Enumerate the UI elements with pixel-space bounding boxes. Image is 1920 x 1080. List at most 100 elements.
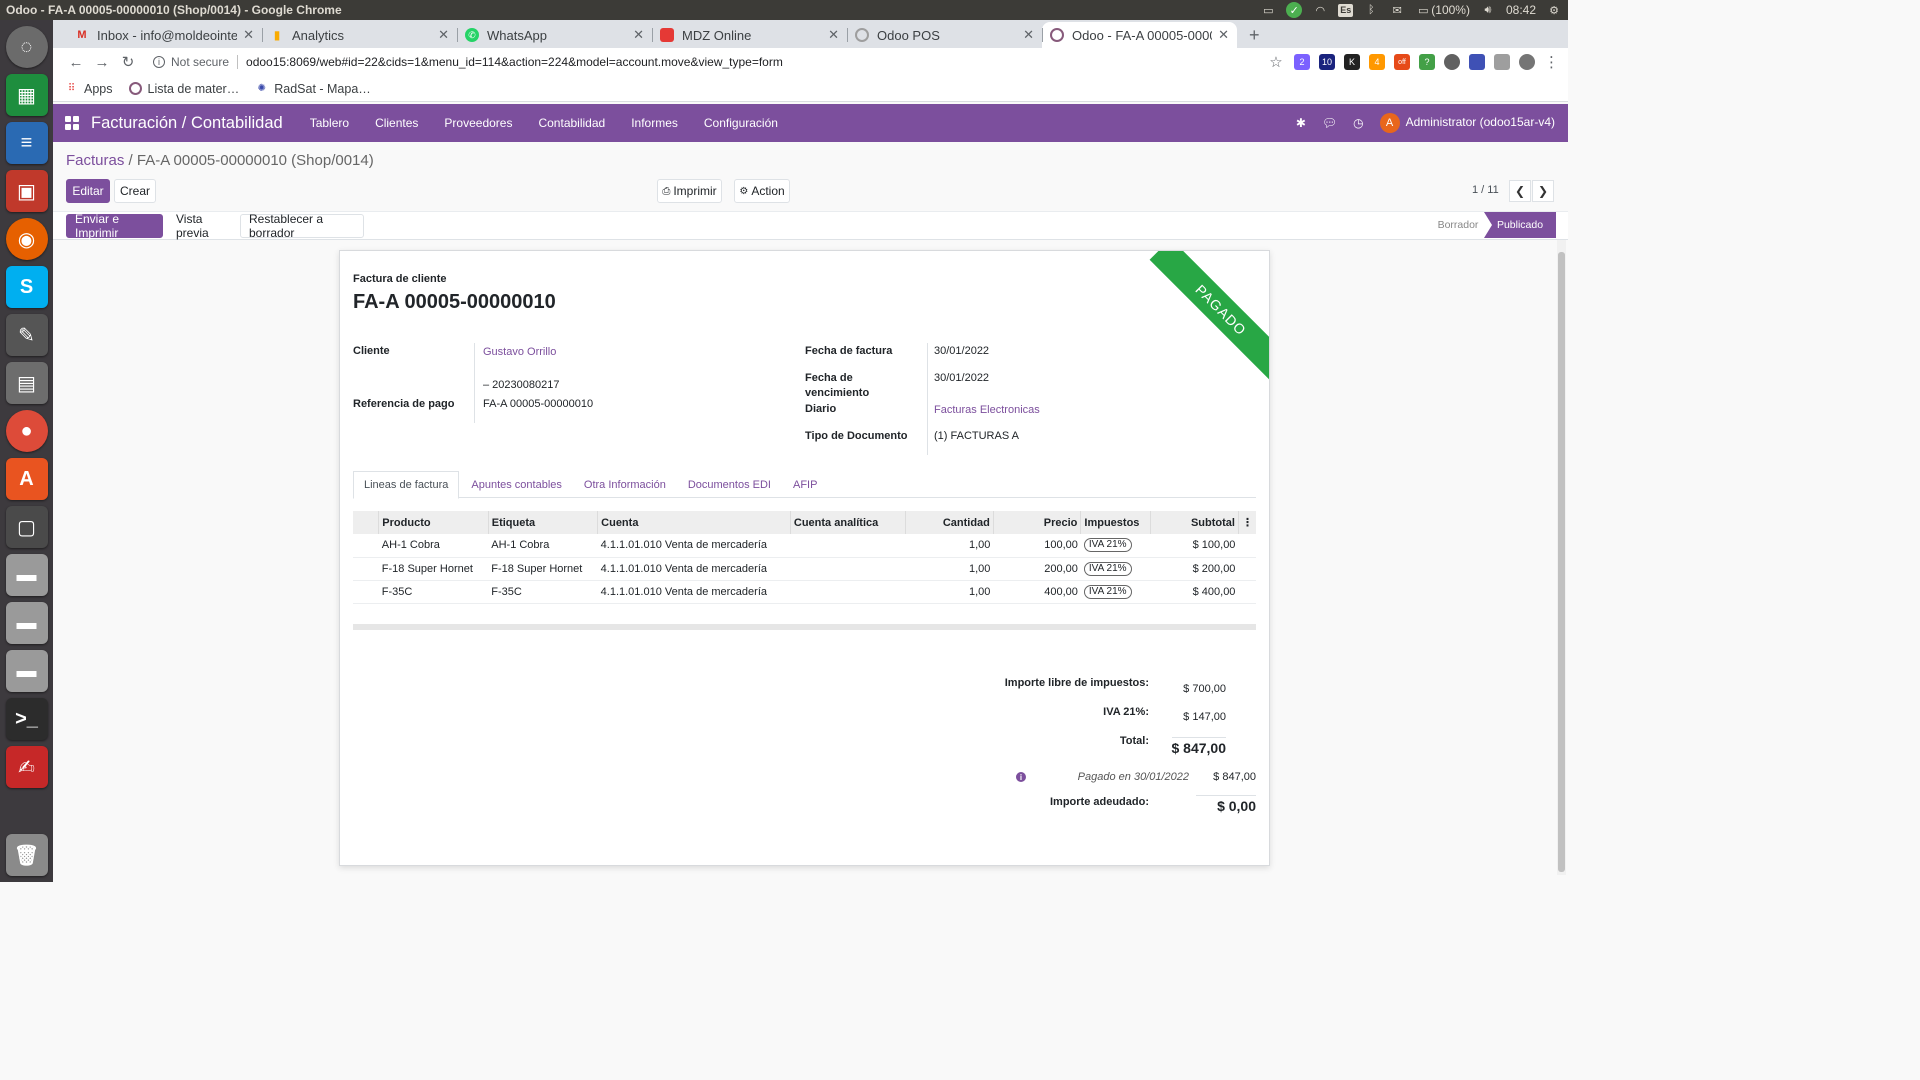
scrollbar-thumb[interactable] bbox=[1558, 252, 1565, 872]
browser-tab[interactable]: MDZ Online ✕ bbox=[652, 22, 847, 48]
mail-icon[interactable]: ✉ bbox=[1389, 4, 1405, 17]
breadcrumb-facturas[interactable]: Facturas bbox=[66, 152, 124, 169]
wifi-icon[interactable]: ◠ bbox=[1312, 4, 1328, 17]
tax-badge[interactable]: IVA 21% bbox=[1083, 561, 1132, 576]
cell-quantity[interactable]: 1,00 bbox=[905, 534, 994, 558]
table-row[interactable]: AH-1 Cobra AH-1 Cobra 4.1.1.01.010 Venta… bbox=[353, 534, 1256, 558]
cell-quantity[interactable]: 1,00 bbox=[905, 580, 994, 604]
chevron-right-icon[interactable]: ❯ bbox=[1532, 180, 1554, 202]
extension-icon[interactable]: K bbox=[1344, 54, 1360, 70]
column-options-icon[interactable]: ⋮ bbox=[1238, 511, 1256, 534]
close-icon[interactable]: ✕ bbox=[828, 27, 839, 43]
chrome-icon[interactable]: ● bbox=[5, 410, 48, 452]
volume-icon[interactable]: 🔊︎ bbox=[1480, 4, 1496, 16]
table-horizontal-scrollbar[interactable] bbox=[353, 624, 1256, 630]
tab-journal-items[interactable]: Apuntes contables bbox=[461, 471, 572, 498]
cell-analytic[interactable] bbox=[790, 580, 906, 604]
customer-link[interactable]: Gustavo Orrillo bbox=[483, 345, 556, 360]
cell-account[interactable]: 4.1.1.01.010 Venta de mercadería bbox=[597, 580, 791, 604]
close-icon[interactable]: ✕ bbox=[633, 27, 644, 43]
column-header[interactable]: Cantidad bbox=[905, 511, 994, 534]
disk-drive-icon[interactable]: ▬ bbox=[5, 650, 48, 692]
ubuntu-dash-icon[interactable]: ◌ bbox=[5, 26, 48, 68]
cell-account[interactable]: 4.1.1.01.010 Venta de mercadería bbox=[597, 557, 791, 581]
reset-draft-button[interactable]: Restablecer a borrador bbox=[240, 212, 364, 240]
forward-arrow-icon[interactable]: → bbox=[89, 54, 115, 71]
browser-tab[interactable]: Odoo POS ✕ bbox=[847, 22, 1042, 48]
clock[interactable]: 08:42 bbox=[1506, 3, 1536, 17]
column-header[interactable]: Cuenta analítica bbox=[790, 511, 907, 534]
close-icon[interactable]: ✕ bbox=[243, 27, 254, 43]
tab-afip[interactable]: AFIP bbox=[783, 471, 827, 498]
new-tab-button[interactable]: + bbox=[1237, 22, 1272, 48]
cell-product[interactable]: AH-1 Cobra bbox=[378, 534, 489, 558]
reload-icon[interactable]: ↻ bbox=[115, 53, 141, 71]
tab-other-info[interactable]: Otra Información bbox=[574, 471, 676, 498]
extension-icon[interactable] bbox=[1494, 54, 1510, 70]
column-header[interactable]: Subtotal bbox=[1150, 511, 1239, 534]
page-scrollbar[interactable] bbox=[1557, 240, 1566, 875]
cell-label[interactable]: F-35C bbox=[488, 580, 598, 604]
user-menu[interactable]: A Administrator (odoo15ar-v4) bbox=[1379, 113, 1555, 133]
extension-icon[interactable]: 2 bbox=[1294, 54, 1310, 70]
bookmark-star-icon[interactable]: ☆ bbox=[1267, 53, 1285, 71]
cell-product[interactable]: F-35C bbox=[378, 580, 489, 604]
bookmark-apps[interactable]: ⠿ Apps bbox=[65, 82, 113, 96]
writer-document-icon[interactable]: ≡ bbox=[5, 122, 48, 164]
column-header[interactable]: Etiqueta bbox=[488, 511, 599, 534]
chat-icon[interactable]: 💬︎ bbox=[1322, 116, 1337, 130]
extension-icon[interactable] bbox=[1444, 54, 1460, 70]
bluetooth-icon[interactable]: ᛒ bbox=[1363, 4, 1379, 16]
url-text[interactable]: odoo15:8069/web#id=22&cids=1&menu_id=114… bbox=[246, 55, 783, 69]
browser-tab[interactable]: ✆ WhatsApp ✕ bbox=[457, 22, 652, 48]
table-row[interactable]: F-35C F-35C 4.1.1.01.010 Venta de mercad… bbox=[353, 580, 1256, 604]
app-name[interactable]: Facturación / Contabilidad bbox=[91, 114, 283, 133]
software-center-icon[interactable]: A bbox=[5, 458, 48, 500]
debug-bug-icon[interactable]: ✱ bbox=[1296, 116, 1306, 130]
column-header[interactable]: Producto bbox=[378, 511, 489, 534]
cell-price[interactable]: 400,00 bbox=[993, 580, 1081, 604]
battery-indicator[interactable]: ▭ (100%) bbox=[1415, 3, 1470, 17]
print-button[interactable]: ⎙ Imprimir bbox=[657, 179, 722, 203]
cell-label[interactable]: AH-1 Cobra bbox=[488, 534, 598, 558]
sync-check-icon[interactable]: ✓ bbox=[1286, 2, 1303, 18]
menu-tablero[interactable]: Tablero bbox=[297, 116, 362, 130]
cell-price[interactable]: 100,00 bbox=[993, 534, 1081, 558]
menu-contabilidad[interactable]: Contabilidad bbox=[525, 116, 618, 130]
profile-avatar-icon[interactable] bbox=[1519, 54, 1535, 70]
edit-button[interactable]: Editar bbox=[66, 179, 110, 203]
cell-analytic[interactable] bbox=[790, 534, 906, 558]
workspace-switcher-icon[interactable]: ▢ bbox=[5, 506, 48, 548]
column-header[interactable]: Cuenta bbox=[597, 511, 791, 534]
bookmark-lista[interactable]: Lista de mater… bbox=[128, 82, 239, 96]
tab-invoice-lines[interactable]: Lineas de factura bbox=[353, 471, 460, 499]
back-arrow-icon[interactable]: ← bbox=[63, 54, 89, 71]
system-tools-icon[interactable]: ✎ bbox=[5, 314, 48, 356]
bookmark-radsat[interactable]: ✺ RadSat - Mapa… bbox=[255, 82, 371, 96]
close-icon[interactable]: ✕ bbox=[438, 27, 449, 43]
cell-quantity[interactable]: 1,00 bbox=[905, 557, 994, 581]
impress-presentation-icon[interactable]: ▣ bbox=[5, 170, 48, 212]
menu-configuracion[interactable]: Configuración bbox=[691, 116, 791, 130]
extension-icon[interactable] bbox=[1469, 54, 1485, 70]
settings-gear-icon[interactable]: ⚙ bbox=[1546, 4, 1562, 17]
info-icon[interactable]: i bbox=[153, 56, 165, 68]
drive-icon[interactable]: ▭ bbox=[1260, 4, 1276, 17]
menu-clientes[interactable]: Clientes bbox=[362, 116, 431, 130]
chevron-left-icon[interactable]: ❮ bbox=[1509, 180, 1531, 202]
close-icon[interactable]: ✕ bbox=[1023, 27, 1034, 43]
stage-borrador[interactable]: Borrador bbox=[1430, 212, 1486, 238]
firefox-icon[interactable]: ◉ bbox=[5, 218, 48, 260]
close-icon[interactable]: ✕ bbox=[1218, 27, 1229, 43]
keyboard-layout[interactable]: Es bbox=[1338, 3, 1354, 17]
extension-icon[interactable]: 4 bbox=[1369, 54, 1385, 70]
journal-link[interactable]: Facturas Electronicas bbox=[934, 403, 1040, 418]
send-print-button[interactable]: Enviar e Imprimir bbox=[66, 212, 163, 240]
cell-analytic[interactable] bbox=[790, 557, 906, 581]
cell-product[interactable]: F-18 Super Hornet bbox=[378, 557, 489, 581]
address-bar[interactable]: i Not secure odoo15:8069/web#id=22&cids=… bbox=[153, 55, 1267, 69]
skype-icon[interactable]: S bbox=[5, 266, 48, 308]
pdf-reader-icon[interactable]: ✍ bbox=[5, 746, 48, 788]
cell-account[interactable]: 4.1.1.01.010 Venta de mercadería bbox=[597, 534, 791, 558]
tab-edi-documents[interactable]: Documentos EDI bbox=[678, 471, 781, 498]
